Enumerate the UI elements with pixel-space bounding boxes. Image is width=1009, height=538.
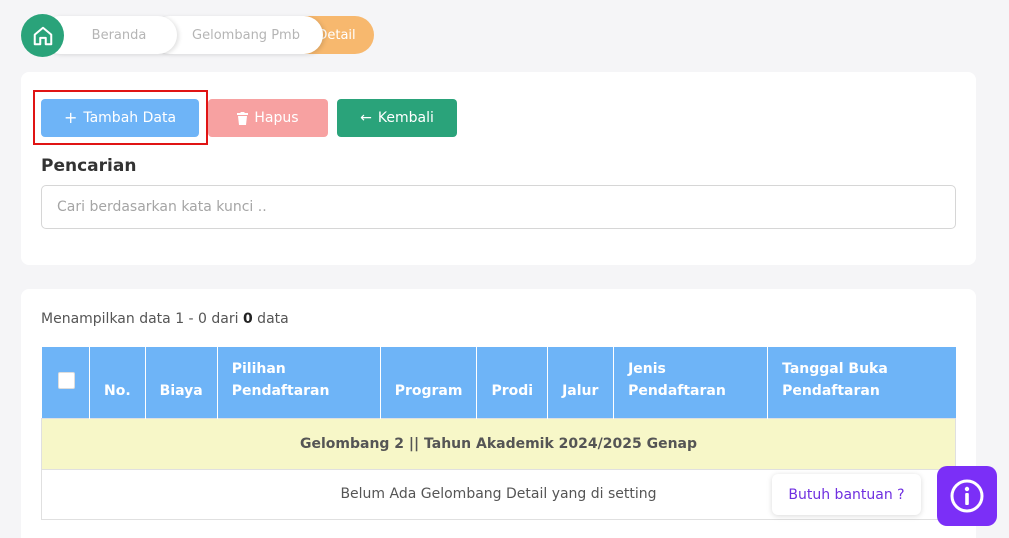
back-button[interactable]: ← Kembali <box>337 99 457 137</box>
home-button[interactable] <box>21 14 64 57</box>
column-header-label: Pendaftaran <box>231 382 330 399</box>
help-label: Butuh bantuan ? <box>788 486 905 503</box>
add-data-label: Tambah Data <box>83 110 177 126</box>
column-header: Jenis Pendaftaran <box>613 347 769 418</box>
arrow-left-icon: ← <box>360 110 372 126</box>
breadcrumb-label: Beranda <box>91 27 147 43</box>
breadcrumb-label: Detail <box>317 27 356 43</box>
home-icon <box>33 26 52 45</box>
help-button[interactable] <box>937 466 997 526</box>
info-icon <box>950 479 984 513</box>
column-header-label: Pendaftaran <box>628 382 726 399</box>
column-header-label: Pilihan <box>231 360 286 377</box>
help-bubble[interactable]: Butuh bantuan ? <box>772 474 921 515</box>
filter-card: + Tambah Data Hapus ← Kembali Pencarian <box>21 72 976 265</box>
column-header-label: Jalur <box>562 382 599 399</box>
back-label: Kembali <box>377 110 434 126</box>
record-count-prefix: Menampilkan data 1 - 0 dari <box>41 311 243 327</box>
trash-icon <box>237 111 249 125</box>
column-header: Tanggal Buka Pendaftaran <box>767 347 956 418</box>
column-header-label: Jenis <box>628 360 666 377</box>
column-header-label: Pendaftaran <box>782 382 880 399</box>
column-header: Program <box>380 347 478 418</box>
record-count-total: 0 <box>242 311 253 327</box>
column-header: Jalur <box>547 347 615 418</box>
group-title: Gelombang 2 || Tahun Akademik 2024/2025 … <box>41 417 956 470</box>
breadcrumb-label: Gelombang Pmb <box>192 27 300 43</box>
column-header-label: Tanggal Buka <box>782 360 888 377</box>
table-header-row: No. Biaya Pilihan Pendaftaran Program Pro… <box>41 347 956 418</box>
column-header: No. <box>89 347 146 418</box>
delete-button[interactable]: Hapus <box>208 99 328 137</box>
search-label: Pencarian <box>41 156 137 176</box>
column-header-label: Biaya <box>159 382 203 399</box>
select-all-header <box>41 347 90 418</box>
select-all-checkbox[interactable] <box>57 371 75 389</box>
column-header: Biaya <box>145 347 218 418</box>
record-count-suffix: data <box>252 311 289 327</box>
column-header-label: No. <box>104 382 131 399</box>
plus-icon: + <box>63 108 78 127</box>
group-row: Gelombang 2 || Tahun Akademik 2024/2025 … <box>41 417 956 470</box>
column-header: Pilihan Pendaftaran <box>217 347 381 418</box>
column-header: Prodi <box>476 347 549 418</box>
add-data-button[interactable]: + Tambah Data <box>41 99 199 137</box>
search-input[interactable] <box>41 185 956 229</box>
delete-label: Hapus <box>254 110 299 126</box>
column-header-label: Program <box>394 382 463 399</box>
record-count: Menampilkan data 1 - 0 dari 0 data <box>41 311 289 327</box>
column-header-label: Prodi <box>491 382 534 399</box>
breadcrumb: Beranda Gelombang Pmb Detail <box>21 14 381 57</box>
